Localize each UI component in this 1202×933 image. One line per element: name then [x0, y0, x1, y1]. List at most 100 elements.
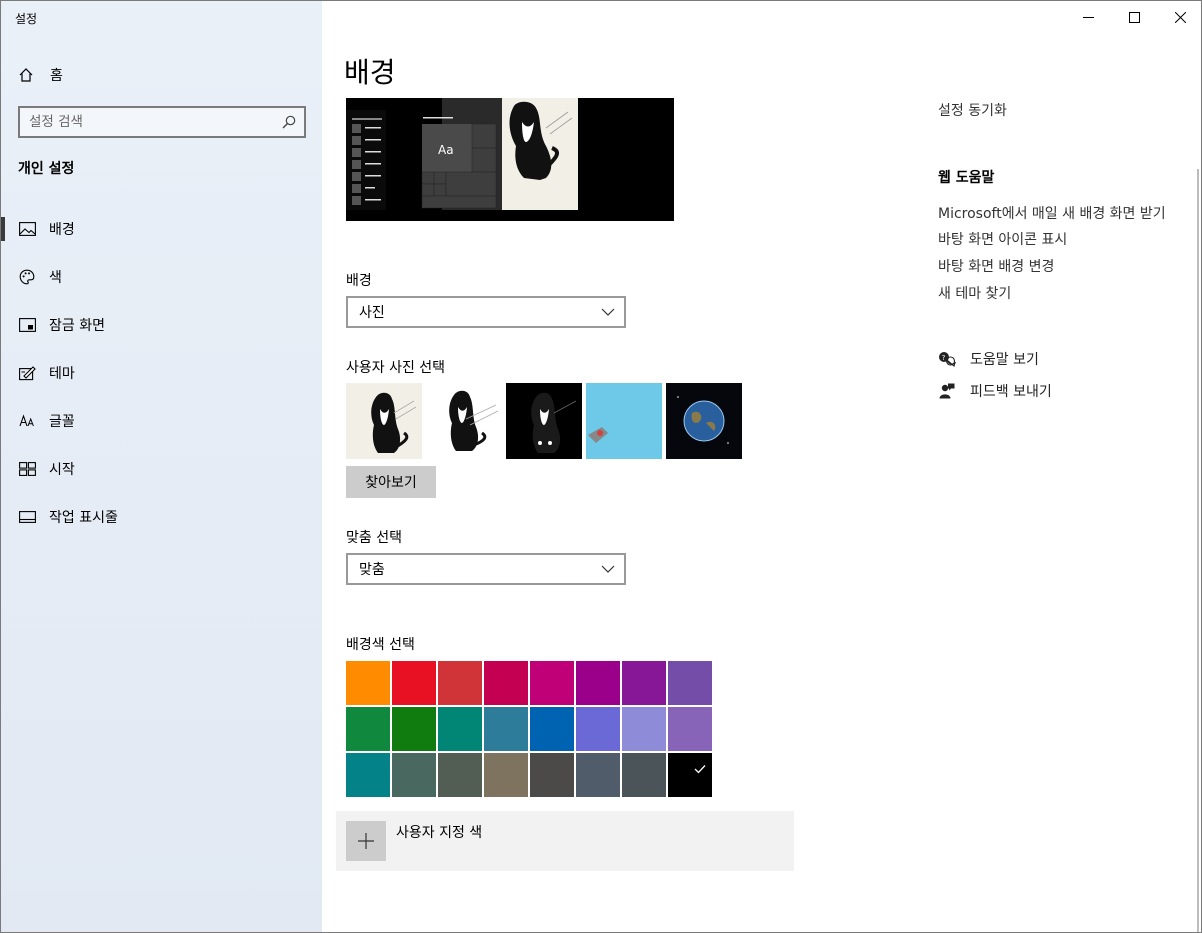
color-swatch[interactable] — [438, 707, 482, 751]
feedback-link[interactable]: 피드백 보내기 — [938, 381, 1052, 401]
maximize-button[interactable] — [1111, 1, 1157, 33]
color-swatch[interactable] — [530, 661, 574, 705]
color-swatch[interactable] — [576, 661, 620, 705]
background-preview: Aa — [346, 98, 674, 221]
background-color-label: 배경색 선택 — [346, 637, 415, 653]
color-swatch-grid — [346, 661, 714, 797]
chevron-down-icon — [601, 563, 615, 575]
taskbar-icon — [18, 508, 36, 526]
color-swatch[interactable] — [530, 753, 574, 797]
sidebar-item-lock-screen[interactable]: 잠금 화면 — [1, 301, 322, 349]
lock-screen-icon — [18, 316, 36, 334]
web-help-title: 웹 도움말 — [938, 170, 995, 186]
get-help-label: 도움말 보기 — [970, 352, 1039, 368]
sidebar-item-background[interactable]: 배경 — [1, 205, 322, 253]
sidebar-item-label: 잠금 화면 — [49, 318, 105, 334]
fit-choice-label: 맞춤 선택 — [346, 530, 402, 546]
color-swatch[interactable] — [622, 753, 666, 797]
color-swatch[interactable] — [484, 753, 528, 797]
color-swatch[interactable] — [576, 707, 620, 751]
photo-thumbnails — [346, 383, 742, 459]
home-link[interactable]: 홈 — [17, 63, 63, 87]
color-swatch[interactable] — [484, 661, 528, 705]
background-type-value: 사진 — [359, 305, 385, 321]
color-swatch[interactable] — [392, 661, 436, 705]
nav-list: 배경 색 잠금 화면 테마 글꼴 시작 작업 표시줄 — [1, 205, 322, 541]
feedback-label: 피드백 보내기 — [970, 384, 1052, 400]
color-swatch[interactable] — [392, 707, 436, 751]
sidebar-item-theme[interactable]: 테마 — [1, 349, 322, 397]
color-swatch[interactable] — [668, 707, 712, 751]
color-swatch[interactable] — [346, 707, 390, 751]
background-label: 배경 — [346, 273, 372, 289]
sidebar-item-label: 글꼴 — [49, 414, 75, 430]
color-swatch[interactable] — [392, 753, 436, 797]
chevron-down-icon — [601, 306, 615, 318]
background-type-dropdown[interactable]: 사진 — [346, 296, 626, 328]
sidebar-item-start[interactable]: 시작 — [1, 445, 322, 493]
sidebar-item-label: 테마 — [49, 366, 75, 382]
photo-thumbnail-5[interactable] — [666, 383, 742, 459]
home-label: 홈 — [50, 68, 63, 84]
color-swatch[interactable] — [668, 753, 712, 797]
color-swatch[interactable] — [622, 661, 666, 705]
color-swatch[interactable] — [346, 753, 390, 797]
custom-color-button[interactable]: 사용자 지정 색 — [336, 811, 794, 871]
sidebar-item-color[interactable]: 색 — [1, 253, 322, 301]
feedback-icon — [938, 382, 956, 400]
home-icon — [17, 66, 35, 84]
custom-color-label: 사용자 지정 색 — [396, 825, 483, 841]
help-chat-icon: ? — [938, 350, 956, 368]
desktop-icons-link[interactable]: 바탕 화면 아이콘 표시 — [938, 229, 1067, 249]
svg-text:?: ? — [942, 354, 946, 362]
sync-settings-link[interactable]: 설정 동기화 — [938, 100, 1007, 120]
close-button[interactable] — [1157, 1, 1202, 33]
search-input[interactable] — [20, 114, 270, 130]
maximize-icon — [1128, 8, 1140, 27]
sidebar-item-taskbar[interactable]: 작업 표시줄 — [1, 493, 322, 541]
preview-image: Aa — [346, 98, 674, 221]
app-title: 설정 — [15, 12, 38, 26]
fit-dropdown[interactable]: 맞춤 — [346, 553, 626, 585]
sidebar-item-label: 시작 — [49, 462, 75, 478]
find-themes-link[interactable]: 새 테마 찾기 — [938, 283, 1011, 303]
change-background-link[interactable]: 바탕 화면 배경 변경 — [938, 256, 1054, 276]
get-help-link[interactable]: ? 도움말 보기 — [938, 349, 1039, 369]
start-icon — [18, 460, 36, 478]
plus-icon — [346, 821, 386, 861]
minimize-button[interactable] — [1065, 1, 1111, 33]
color-swatch[interactable] — [438, 753, 482, 797]
settings-window: 설정 홈 개인 설정 배경 — [0, 0, 1202, 933]
search-box[interactable] — [18, 106, 306, 138]
browse-button[interactable]: 찾아보기 — [346, 466, 436, 498]
photo-thumbnail-1[interactable] — [346, 383, 422, 459]
scrollbar[interactable] — [1197, 169, 1199, 932]
color-swatch[interactable] — [484, 707, 528, 751]
section-title: 개인 설정 — [18, 161, 75, 177]
color-swatch[interactable] — [622, 707, 666, 751]
daily-wallpaper-link[interactable]: Microsoft에서 매일 새 배경 화면 받기 — [938, 203, 1166, 223]
photo-choice-label: 사용자 사진 선택 — [346, 360, 446, 376]
palette-icon — [18, 268, 36, 286]
color-swatch[interactable] — [668, 661, 712, 705]
sidebar: 설정 홈 개인 설정 배경 — [1, 1, 322, 932]
photo-thumbnail-4[interactable] — [586, 383, 662, 459]
font-icon — [18, 412, 36, 430]
sidebar-item-label: 작업 표시줄 — [49, 510, 118, 526]
sidebar-item-label: 배경 — [49, 222, 75, 238]
fit-value: 맞춤 — [359, 562, 385, 578]
color-swatch[interactable] — [346, 661, 390, 705]
sidebar-item-label: 색 — [49, 270, 62, 286]
color-swatch[interactable] — [576, 753, 620, 797]
color-swatch[interactable] — [438, 661, 482, 705]
checkmark-icon — [694, 759, 706, 778]
minimize-icon — [1082, 8, 1094, 27]
page-title: 배경 — [344, 56, 396, 89]
photo-thumbnail-2[interactable] — [426, 383, 502, 459]
color-swatch[interactable] — [530, 707, 574, 751]
search-icon[interactable] — [281, 114, 297, 130]
sidebar-item-fonts[interactable]: 글꼴 — [1, 397, 322, 445]
theme-icon — [18, 364, 36, 382]
photo-thumbnail-3[interactable] — [506, 383, 582, 459]
close-icon — [1174, 8, 1186, 27]
